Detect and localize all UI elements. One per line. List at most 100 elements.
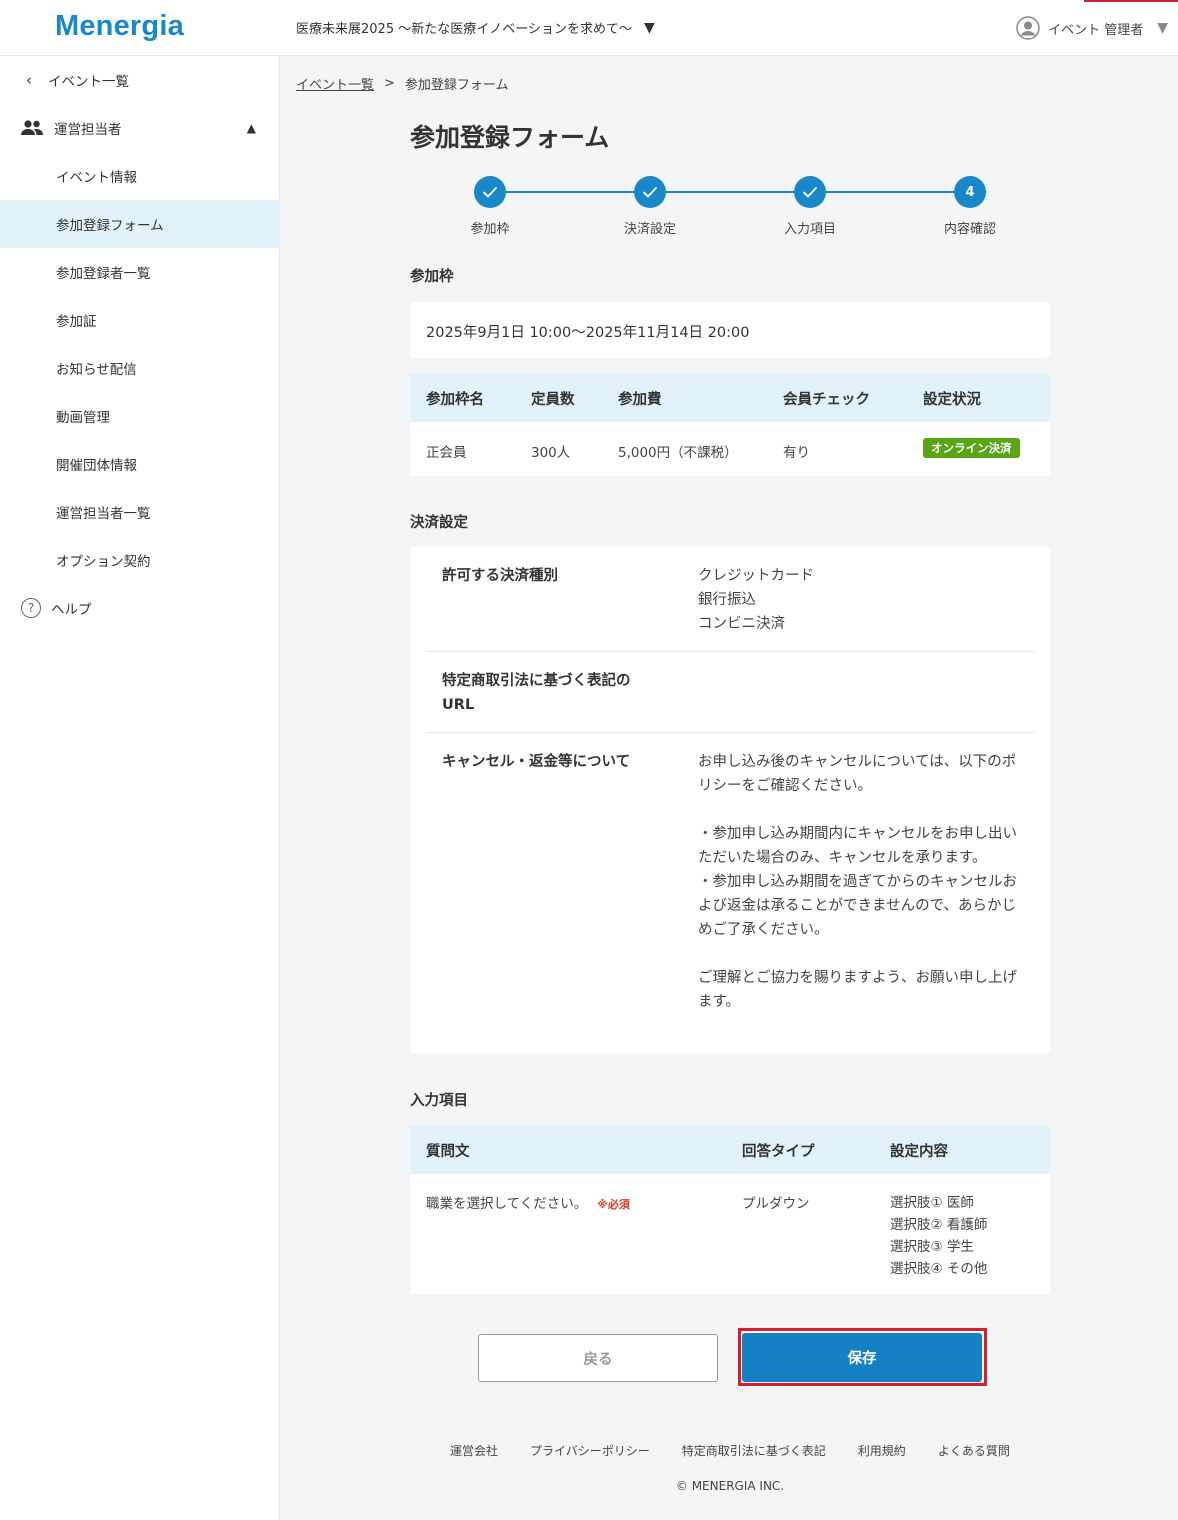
column-header: 回答タイプ bbox=[726, 1126, 874, 1174]
footer-link-tokusho[interactable]: 特定商取引法に基づく表記 bbox=[682, 1442, 826, 1459]
sidebar-back-link[interactable]: ‹ イベント一覧 bbox=[0, 56, 280, 104]
sidebar-group-staff[interactable]: 運営担当者 ▲ bbox=[0, 104, 280, 152]
footer-link-privacy[interactable]: プライバシーポリシー bbox=[530, 1442, 650, 1459]
sidebar: ‹ イベント一覧 運営担当者 ▲ イベント情報 参加登録フォーム 参加登録者一覧… bbox=[0, 56, 280, 1520]
cancel-policy-row: キャンセル・返金等について お申し込み後のキャンセルについては、以下のポリシーを… bbox=[426, 733, 1034, 1053]
chevron-left-icon: ‹ bbox=[26, 71, 32, 89]
cancel-policy-text: お申し込み後のキャンセルについては、以下のポリシーをご確認ください。 ・参加申し… bbox=[698, 754, 1017, 1010]
check-icon bbox=[474, 176, 506, 208]
sidebar-item-staff-list[interactable]: 運営担当者一覧 bbox=[0, 488, 280, 536]
sidebar-item-label: オプション契約 bbox=[56, 554, 151, 570]
column-header: 設定状況 bbox=[907, 374, 1050, 422]
event-name: 医療未来展2025 〜新たな医療イノベーションを求めて〜 bbox=[296, 22, 632, 37]
footer-link-faq[interactable]: よくある質問 bbox=[938, 1442, 1010, 1459]
page-title: 参加登録フォーム bbox=[410, 123, 610, 152]
column-header: 定員数 bbox=[515, 374, 602, 422]
step-label: 参加枠 bbox=[470, 222, 510, 237]
help-icon: ? bbox=[21, 598, 41, 618]
option-item: 選択肢③ 学生 bbox=[890, 1239, 974, 1255]
column-header: 質問文 bbox=[410, 1126, 726, 1174]
sidebar-item-label: ヘルプ bbox=[51, 602, 92, 618]
answer-type: プルダウン bbox=[742, 1196, 810, 1212]
inputs-table: 質問文 回答タイプ 設定内容 職業を選択してください。 ※必須 プルダウン 選択肢… bbox=[410, 1126, 1050, 1294]
sidebar-item-label: 開催団体情報 bbox=[56, 458, 137, 474]
sidebar-item-label: 運営担当者一覧 bbox=[56, 506, 151, 522]
user-avatar-icon bbox=[1016, 16, 1040, 40]
save-button[interactable]: 保存 bbox=[742, 1333, 982, 1382]
tokusho-row: 特定商取引法に基づく表記の URL bbox=[426, 652, 1034, 733]
payment-methods-row: 許可する決済種別 クレジットカード 銀行振込 コンビニ決済 bbox=[426, 547, 1034, 652]
section-title-slots: 参加枠 bbox=[410, 269, 454, 285]
sidebar-item-organizer[interactable]: 開催団体情報 bbox=[0, 440, 280, 488]
required-mark: ※必須 bbox=[597, 1198, 630, 1211]
footer-links: 運営会社 プライバシーポリシー 特定商取引法に基づく表記 利用規約 よくある質問 bbox=[450, 1442, 1010, 1459]
sidebar-item-label: 参加登録者一覧 bbox=[56, 266, 151, 282]
people-icon bbox=[21, 120, 43, 135]
step-number: 4 bbox=[954, 176, 986, 208]
sidebar-group-label: 運営担当者 bbox=[54, 122, 122, 138]
sidebar-back-label: イベント一覧 bbox=[48, 74, 129, 90]
question-text: 職業を選択してください。 bbox=[426, 1196, 588, 1212]
slot-member-check: 有り bbox=[783, 445, 810, 461]
sidebar-item-label: イベント情報 bbox=[56, 170, 137, 186]
slot-fee: 5,000円（不課税） bbox=[618, 445, 738, 461]
payment-methods-label: 許可する決済種別 bbox=[442, 568, 558, 584]
slots-table: 参加枠名 定員数 参加費 会員チェック 設定状況 正会員 300人 5,000円… bbox=[410, 374, 1050, 476]
sidebar-item-notifications[interactable]: お知らせ配信 bbox=[0, 344, 280, 392]
step-4: 4 内容確認 bbox=[910, 176, 1030, 237]
top-accent-strip bbox=[1084, 0, 1178, 2]
question-cell: 職業を選択してください。 ※必須 bbox=[410, 1174, 726, 1280]
payment-settings-card: 許可する決済種別 クレジットカード 銀行振込 コンビニ決済 特定商取引法に基づく… bbox=[410, 547, 1050, 1053]
option-item: 選択肢④ その他 bbox=[890, 1261, 988, 1277]
sidebar-item-label: 参加証 bbox=[56, 314, 97, 330]
step-1: 参加枠 bbox=[430, 176, 550, 237]
step-label: 決済設定 bbox=[623, 222, 676, 237]
event-selector[interactable]: 医療未来展2025 〜新たな医療イノベーションを求めて〜 ▼ bbox=[296, 18, 655, 38]
step-3: 入力項目 bbox=[750, 176, 870, 237]
table-row: 正会員 300人 5,000円（不課税） 有り オンライン決済 bbox=[410, 422, 1050, 476]
sidebar-item-label: お知らせ配信 bbox=[56, 362, 137, 378]
sidebar-item-videos[interactable]: 動画管理 bbox=[0, 392, 280, 440]
table-header-row: 質問文 回答タイプ 設定内容 bbox=[410, 1126, 1050, 1174]
cancel-policy-label: キャンセル・返金等について bbox=[442, 754, 631, 770]
app-logo[interactable]: Menergia bbox=[55, 10, 184, 43]
slot-name: 正会員 bbox=[426, 445, 467, 461]
slot-capacity: 300人 bbox=[531, 445, 571, 461]
option-item: 選択肢② 看護師 bbox=[890, 1217, 988, 1233]
sidebar-item-registrants[interactable]: 参加登録者一覧 bbox=[0, 248, 280, 296]
check-icon bbox=[634, 176, 666, 208]
step-label: 内容確認 bbox=[943, 222, 996, 237]
check-icon bbox=[794, 176, 826, 208]
payment-methods-value: クレジットカード 銀行振込 コンビニ決済 bbox=[698, 568, 814, 632]
copyright: © MENERGIA INC. bbox=[675, 1479, 785, 1493]
column-header: 参加枠名 bbox=[410, 374, 515, 422]
back-button[interactable]: 戻る bbox=[478, 1334, 718, 1382]
sidebar-item-options[interactable]: オプション契約 bbox=[0, 536, 280, 584]
user-name: イベント 管理者 bbox=[1048, 22, 1144, 38]
sidebar-item-registration-form[interactable]: 参加登録フォーム bbox=[0, 200, 280, 248]
progress-stepper: 参加枠 決済設定 入力項目 4 内容確認 bbox=[410, 176, 1050, 246]
section-title-payment: 決済設定 bbox=[410, 515, 468, 531]
table-row: 職業を選択してください。 ※必須 プルダウン 選択肢① 医師 選択肢② 看護師 選… bbox=[410, 1174, 1050, 1280]
registration-period: 2025年9月1日 10:00〜2025年11月14日 20:00 bbox=[410, 302, 1050, 358]
breadcrumb-link-events[interactable]: イベント一覧 bbox=[296, 74, 374, 93]
footer-link-terms[interactable]: 利用規約 bbox=[858, 1442, 906, 1459]
breadcrumb-current: 参加登録フォーム bbox=[404, 78, 509, 93]
sidebar-item-event-info[interactable]: イベント情報 bbox=[0, 152, 280, 200]
tokusho-label: 特定商取引法に基づく表記の URL bbox=[442, 673, 631, 713]
user-menu[interactable]: イベント 管理者 ▼ bbox=[1016, 16, 1168, 40]
sidebar-item-help[interactable]: ? ヘルプ bbox=[0, 584, 280, 632]
breadcrumb-separator: > bbox=[384, 76, 395, 91]
column-header: 参加費 bbox=[602, 374, 767, 422]
sidebar-item-pass[interactable]: 参加証 bbox=[0, 296, 280, 344]
column-header: 設定内容 bbox=[874, 1126, 1050, 1174]
chevron-up-icon: ▲ bbox=[246, 121, 256, 135]
sidebar-item-label: 動画管理 bbox=[56, 410, 110, 426]
footer-link-company[interactable]: 運営会社 bbox=[450, 1442, 498, 1459]
column-header: 会員チェック bbox=[767, 374, 907, 422]
table-header-row: 参加枠名 定員数 参加費 会員チェック 設定状況 bbox=[410, 374, 1050, 422]
chevron-down-icon: ▼ bbox=[643, 19, 655, 36]
step-2: 決済設定 bbox=[590, 176, 710, 237]
option-item: 選択肢① 医師 bbox=[890, 1195, 974, 1211]
sidebar-item-label: 参加登録フォーム bbox=[56, 218, 164, 234]
